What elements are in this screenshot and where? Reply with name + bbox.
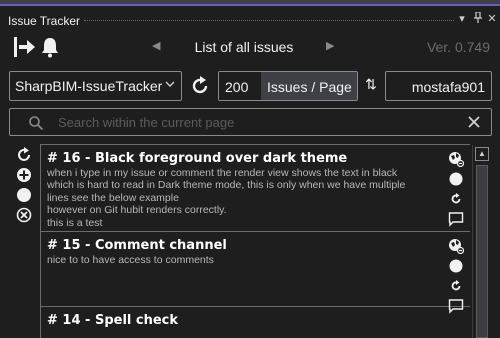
page-size-input[interactable]: 200	[219, 72, 261, 100]
issue-body-line: nice to to have access to comments	[47, 254, 214, 267]
issue-list-scrollbar[interactable]: ▲	[472, 145, 492, 338]
notifications-bell-icon[interactable]	[40, 36, 60, 58]
window-menu-dropdown-icon[interactable]: ▾	[456, 12, 468, 25]
tool-window-titlebar: Issue Tracker ▾ ✕	[0, 0, 500, 28]
issue-title[interactable]: # 15 - Comment channel	[47, 237, 440, 254]
issue-body-line	[47, 279, 440, 291]
filter-toolbar: SharpBIM-IssueTracker 200 Issues / Page …	[0, 71, 500, 103]
issue-body-line	[47, 266, 440, 278]
search-icon	[28, 115, 44, 131]
search-box	[9, 108, 492, 136]
issue-body-line: which is hard to read in Dark theme mode…	[47, 179, 406, 192]
circle-icon[interactable]	[16, 187, 34, 205]
clear-search-icon[interactable]	[467, 115, 481, 129]
page-size-label: Issues / Page	[261, 72, 357, 100]
version-label: Ver. 0.749	[426, 39, 490, 55]
page-size-control: 200 Issues / Page	[218, 71, 358, 101]
side-toolbar	[16, 147, 34, 227]
titlebar-grip[interactable]	[84, 20, 454, 21]
logout-icon[interactable]	[12, 35, 36, 59]
scroll-thumb[interactable]	[476, 165, 488, 338]
add-issue-icon[interactable]	[16, 167, 34, 185]
repository-select[interactable]: SharpBIM-IssueTracker	[9, 71, 182, 101]
pin-icon[interactable]	[472, 11, 484, 26]
window-title: Issue Tracker	[8, 14, 81, 28]
issue-item[interactable]: # 14 - Spell check	[41, 307, 470, 331]
circle-icon[interactable]	[448, 171, 464, 187]
refresh-icon[interactable]	[189, 75, 211, 97]
titlebar-accent-line	[0, 0, 500, 6]
sort-icon[interactable]: ⇅	[364, 76, 378, 96]
issue-list: # 16 - Black foreground over dark theme …	[40, 144, 470, 338]
issue-title[interactable]: # 14 - Spell check	[47, 312, 440, 329]
issue-body-line: when i type in my issue or comment the r…	[47, 167, 398, 179]
issue-item[interactable]: # 15 - Comment channel nice to to have a…	[41, 232, 470, 314]
issue-title[interactable]: # 16 - Black foreground over dark theme	[47, 150, 440, 167]
issue-body-line: however on Git hubit renders correctly.	[47, 204, 227, 217]
open-in-browser-icon[interactable]	[448, 151, 465, 168]
issue-body-line	[47, 291, 440, 303]
chevron-down-icon	[165, 79, 175, 91]
close-window-icon[interactable]: ✕	[486, 12, 498, 25]
circle-icon[interactable]	[448, 258, 464, 274]
issue-body-line: this is a test	[47, 216, 103, 229]
refresh-issue-icon[interactable]	[448, 278, 464, 294]
previous-page-button[interactable]: ◀	[152, 39, 160, 52]
page-title: List of all issues	[194, 39, 294, 55]
scroll-up-arrow-icon[interactable]: ▲	[475, 147, 489, 161]
remove-icon[interactable]	[16, 207, 34, 225]
open-in-browser-icon[interactable]	[448, 238, 465, 255]
issue-actions	[448, 151, 466, 231]
next-page-button[interactable]: ▶	[326, 39, 334, 52]
username-field[interactable]: mostafa901	[385, 71, 492, 101]
repository-select-value: SharpBIM-IssueTracker	[15, 78, 163, 94]
issue-body-line: lines see the below example	[47, 191, 179, 204]
search-input[interactable]	[58, 113, 458, 131]
issue-item[interactable]: # 16 - Black foreground over dark theme …	[41, 145, 470, 233]
refresh-issue-icon[interactable]	[448, 191, 464, 207]
navigation-bar: ◀ List of all issues ▶ Ver. 0.749	[0, 32, 500, 64]
comment-icon[interactable]	[448, 211, 464, 227]
refresh-icon[interactable]	[16, 147, 34, 165]
